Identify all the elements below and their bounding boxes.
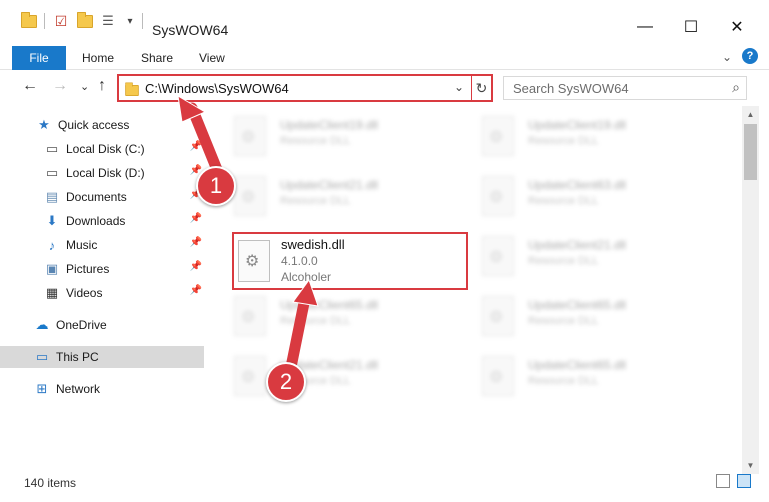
arrow-2	[284, 278, 319, 378]
annotation-arrows	[177, 95, 319, 378]
step-badge-2: 2	[266, 362, 306, 402]
step-badge-1: 1	[196, 166, 236, 206]
